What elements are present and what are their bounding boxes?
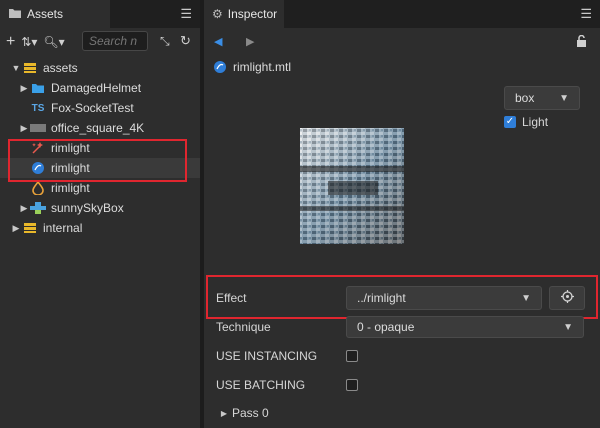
technique-dropdown[interactable]: 0 - opaque ▼ (346, 316, 584, 338)
menu-icon[interactable]: ☰ (580, 6, 592, 22)
folder-icon (8, 7, 22, 22)
tree-item-internal[interactable]: ▶ internal (0, 218, 200, 238)
light-checkbox[interactable]: ✓ (504, 116, 516, 128)
sort-icon[interactable]: ⇅▾ (21, 35, 37, 49)
search-input[interactable] (82, 31, 148, 51)
inspector-toolbar: ◀ ▶ (204, 28, 600, 56)
use-batching-checkbox[interactable] (346, 379, 358, 391)
database-icon (22, 221, 38, 235)
forward-arrow-icon[interactable]: ▶ (246, 35, 254, 48)
menu-icon[interactable]: ☰ (180, 6, 192, 22)
preview-area: box ▼ ✓ Light (204, 78, 600, 272)
preview-shape-dropdown[interactable]: box ▼ (504, 86, 580, 110)
inspector-tab[interactable]: ⚙ Inspector (204, 0, 284, 28)
tree-item-damagedhelmet[interactable]: ▶ DamagedHelmet (0, 78, 200, 98)
tree-item-label: assets (43, 61, 78, 75)
pass-label: Pass 0 (232, 406, 269, 420)
use-instancing-checkbox[interactable] (346, 350, 358, 362)
file-name: rimlight.mtl (233, 60, 292, 74)
folder-icon (30, 81, 46, 95)
inspector-tab-label: Inspector (227, 7, 278, 21)
database-icon (22, 61, 38, 75)
search-icon[interactable]: 🔍︎▾ (43, 35, 64, 49)
tree-item-office-square[interactable]: ▶ office_square_4K (0, 118, 200, 138)
tree-item-label: sunnySkyBox (51, 201, 124, 215)
effect-label: Effect (216, 291, 247, 305)
material-icon (30, 161, 46, 175)
back-arrow-icon[interactable]: ◀ (214, 35, 222, 48)
tree-item-rimlight-shader[interactable]: rimlight (0, 178, 200, 198)
light-toggle[interactable]: ✓ Light (504, 115, 548, 129)
refresh-icon[interactable]: ↻ (180, 33, 191, 49)
tree-item-label: Fox-SocketTest (51, 101, 134, 115)
tree-item-label: rimlight (51, 141, 90, 155)
typescript-icon: TS (31, 102, 45, 114)
add-icon[interactable]: + (6, 33, 15, 51)
collapsed-arrow-icon[interactable]: ▶ (18, 123, 30, 134)
tree-item-label: rimlight (51, 161, 90, 175)
pass-row[interactable]: ▶ Pass 0 (218, 400, 592, 426)
caret-down-icon: ▼ (563, 321, 573, 333)
lock-icon[interactable] (574, 34, 588, 50)
gear-icon: ⚙ (212, 7, 223, 21)
tree-item-rimlight-effect[interactable]: rimlight (0, 138, 200, 158)
assets-tabbar: Assets ☰ (0, 0, 200, 28)
collapsed-arrow-icon[interactable]: ▶ (18, 203, 30, 214)
assets-toolbar: + ⇅▾ 🔍︎▾ ⤡ ↻ (0, 28, 200, 56)
preview-shape-value: box (515, 91, 535, 105)
assets-tab-label: Assets (27, 7, 64, 21)
locate-button[interactable] (549, 286, 585, 310)
effect-row: Effect ../rimlight ▼ (212, 284, 592, 312)
assets-panel: Assets ☰ + ⇅▾ 🔍︎▾ ⤡ ↻ ▼ assets ▶ Damaged… (0, 0, 200, 428)
tree-item-label: internal (43, 221, 83, 235)
tree-item-label: rimlight (51, 181, 90, 195)
tree-item-label: office_square_4K (51, 121, 145, 135)
inspector-panel: ⚙ Inspector ☰ ◀ ▶ rimlight.mtl box ▼ ✓ L… (204, 0, 600, 428)
use-batching-row: USE BATCHING (216, 371, 592, 399)
expanded-arrow-icon[interactable]: ▼ (10, 63, 22, 73)
tree-item-label: DamagedHelmet (51, 81, 142, 95)
use-instancing-label: USE INSTANCING (216, 349, 318, 363)
image-icon (30, 121, 46, 135)
effect-icon (30, 141, 46, 155)
collapsed-arrow-icon[interactable]: ▶ (10, 223, 22, 234)
collapse-icon[interactable]: ⤡ (160, 34, 170, 49)
use-instancing-row: USE INSTANCING (216, 342, 592, 370)
material-icon (212, 60, 228, 74)
caret-down-icon: ▼ (521, 292, 531, 304)
use-batching-label: USE BATCHING (216, 378, 306, 392)
technique-label: Technique (216, 320, 271, 334)
technique-row: Technique 0 - opaque ▼ (216, 313, 592, 341)
file-header: rimlight.mtl (204, 56, 600, 78)
skybox-icon (30, 201, 46, 215)
crosshair-icon (560, 290, 574, 306)
tree-item-rimlight-material[interactable]: rimlight (0, 158, 200, 178)
inspector-tabbar: ⚙ Inspector ☰ (204, 0, 600, 28)
assets-tab[interactable]: Assets (0, 0, 110, 28)
effect-value: ../rimlight (357, 291, 406, 305)
effect-dropdown[interactable]: ../rimlight ▼ (346, 286, 542, 310)
tree-item-assets[interactable]: ▼ assets (0, 58, 200, 78)
shader-icon (30, 181, 46, 195)
collapsed-arrow-icon[interactable]: ▶ (218, 409, 230, 418)
asset-tree: ▼ assets ▶ DamagedHelmet TS Fox-SocketTe… (0, 58, 200, 238)
technique-value: 0 - opaque (357, 320, 415, 334)
tree-item-fox-sockettest[interactable]: TS Fox-SocketTest (0, 98, 200, 118)
light-label: Light (522, 115, 549, 129)
collapsed-arrow-icon[interactable]: ▶ (18, 83, 30, 94)
tree-item-sunnyskybox[interactable]: ▶ sunnySkyBox (0, 198, 200, 218)
caret-down-icon: ▼ (559, 92, 569, 104)
material-preview-cube (298, 126, 406, 246)
